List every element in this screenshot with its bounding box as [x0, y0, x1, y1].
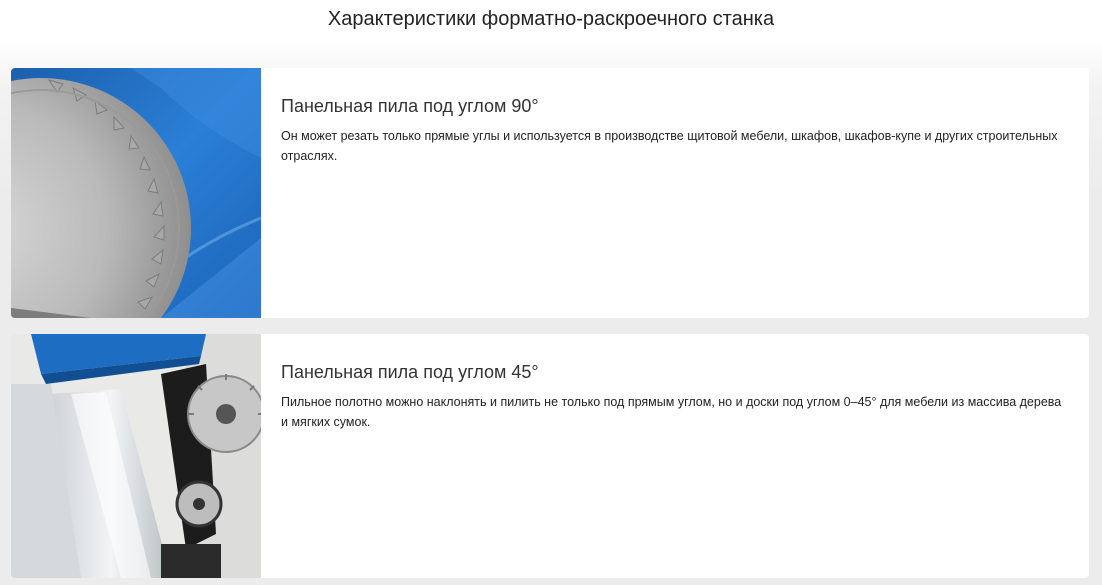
feature-card-45: Панельная пила под углом 45° Пильное пол… [11, 334, 1089, 578]
feature-card-90: Панельная пила под углом 90° Он может ре… [11, 68, 1089, 318]
saw-blade-photo [11, 68, 261, 318]
card-description: Пильное полотно можно наклонять и пилить… [281, 395, 1062, 429]
card-body: Панельная пила под углом 90° Он может ре… [281, 94, 1071, 166]
tilted-saw-photo [11, 334, 261, 578]
card-body: Панельная пила под углом 45° Пильное пол… [281, 360, 1071, 432]
page-title: Характеристики форматно-раскроечного ста… [327, 8, 775, 30]
card-heading: Панельная пила под углом 45° [281, 362, 539, 382]
card-heading: Панельная пила под углом 90° [281, 96, 539, 116]
card-description: Он может резать только прямые углы и исп… [281, 129, 1058, 163]
